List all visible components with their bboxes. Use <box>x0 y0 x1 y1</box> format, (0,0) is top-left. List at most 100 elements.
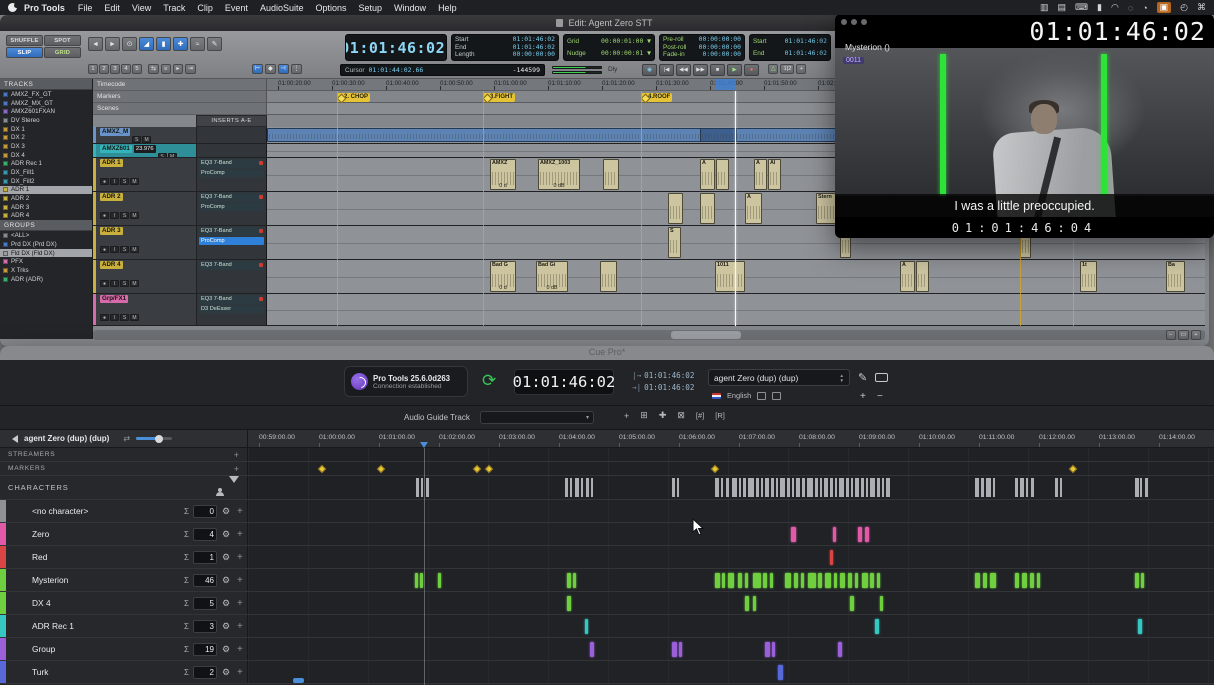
pencil-tool[interactable]: ✎ <box>207 37 222 51</box>
track-view-selector[interactable]: wave <box>100 186 194 191</box>
add-marker-button[interactable]: + <box>234 464 239 474</box>
cue-event[interactable] <box>745 596 749 611</box>
transport-rtz-button[interactable]: |◀ <box>659 64 674 76</box>
edit-horizontal-scrollbar[interactable] <box>93 330 1205 340</box>
mode-spot[interactable]: SPOT <box>44 35 81 46</box>
insert-eq3-7-band[interactable]: EQ3 7-Band <box>199 295 264 304</box>
insert-eq3-7-band[interactable]: EQ3 7-Band <box>199 227 264 236</box>
insert-eq3-7-band[interactable]: EQ3 7-Band <box>199 159 264 168</box>
cue-event[interactable] <box>772 642 775 657</box>
selection-counters[interactable]: Start01:01:46:02End01:01:46:02Length00:0… <box>451 34 559 61</box>
track-list-item-adr-4[interactable]: ADR 4 <box>0 212 92 221</box>
character-cell[interactable]: ADR Rec 1Σ3⚙+ <box>0 615 248 637</box>
solo-button[interactable]: S <box>132 136 141 143</box>
bracket-r-icon[interactable]: [R] <box>715 411 725 420</box>
timeline-selection[interactable] <box>715 79 735 90</box>
insert-procomp[interactable]: ProComp <box>199 169 264 178</box>
audio-clip-a[interactable]: A <box>900 261 915 292</box>
character-count[interactable]: 4 <box>193 528 217 541</box>
audio-clip-bad-gi[interactable]: Bad Gi0 dB <box>536 261 568 292</box>
mute-button[interactable]: M <box>130 314 139 321</box>
keyboard-icon[interactable]: ⌨ <box>1075 2 1088 13</box>
marker-2-chop[interactable]: 2. CHOP <box>337 93 370 102</box>
insertion-follows-icon[interactable]: ▸ <box>173 64 183 74</box>
cue-event[interactable] <box>1030 573 1034 588</box>
group-list-item-pfx[interactable]: PFX <box>0 257 92 266</box>
grabber-tool[interactable]: ✚ <box>173 37 188 51</box>
audio-clip-s[interactable]: S <box>668 227 681 258</box>
menu-file[interactable]: File <box>78 3 93 13</box>
audio-clip-1011[interactable]: 1011 <box>715 261 745 292</box>
solo-button[interactable]: S <box>120 246 129 253</box>
cue-event[interactable] <box>838 642 842 657</box>
mode-slip[interactable]: SLIP <box>6 47 43 58</box>
track-list-item-adr-1[interactable]: ADR 1 <box>0 186 92 195</box>
cue-event[interactable] <box>753 573 761 588</box>
character-lane-no-character[interactable] <box>248 500 1214 522</box>
solo-button[interactable]: S <box>120 178 129 185</box>
track-header-amxz-m[interactable]: AMXZ_MSM <box>93 127 196 143</box>
gear-icon[interactable]: ⚙ <box>222 667 230 678</box>
menu-window[interactable]: Window <box>394 3 426 13</box>
track-view-selector[interactable]: wave <box>100 322 194 325</box>
menu-edit[interactable]: Edit <box>104 3 120 13</box>
cue-event[interactable] <box>1141 573 1144 588</box>
insert-d3-deesser[interactable]: D3 DeEsser <box>199 305 264 314</box>
cue-event[interactable] <box>438 573 441 588</box>
character-lane-red[interactable] <box>248 546 1214 568</box>
cue-event[interactable] <box>415 573 418 588</box>
cue-event[interactable] <box>875 619 879 634</box>
cue-event[interactable] <box>833 527 836 542</box>
character-lane-zero[interactable] <box>248 523 1214 545</box>
cue-event[interactable] <box>745 573 748 588</box>
markers-lane[interactable] <box>248 462 1214 475</box>
cue-event[interactable] <box>1138 619 1142 634</box>
track-header-adr-1[interactable]: ADR 1●ISMwave <box>93 158 196 191</box>
gear-icon[interactable]: ⚙ <box>222 552 230 563</box>
character-cell[interactable]: DX 4Σ5⚙+ <box>0 592 248 614</box>
cue-event[interactable] <box>858 527 862 542</box>
mute-button[interactable]: M <box>130 246 139 253</box>
group-list-item-x-trks[interactable]: X Trks <box>0 266 92 275</box>
remove-button[interactable]: − <box>877 391 883 402</box>
track-list-item-dx-4[interactable]: DX 4 <box>0 151 92 160</box>
add-line-button[interactable]: + <box>237 644 243 655</box>
audio-clip-al[interactable]: Al <box>768 159 781 190</box>
mute-button[interactable]: M <box>142 136 151 143</box>
gear-icon[interactable]: ⚙ <box>222 621 230 632</box>
group-list-item-adr-adr[interactable]: ADR (ADR) <box>0 275 92 284</box>
track-list-item-dx-3[interactable]: DX 3 <box>0 142 92 151</box>
add-line-button[interactable]: + <box>237 575 243 586</box>
control-center-icon[interactable]: ◔ <box>1142 3 1147 13</box>
cue-event[interactable] <box>679 642 682 657</box>
metronome-toggle[interactable]: △ <box>768 64 778 74</box>
audio-clip[interactable] <box>603 159 619 190</box>
zoom-icon[interactable] <box>861 19 867 25</box>
insert-procomp[interactable]: ProComp <box>199 237 264 246</box>
apple-menu-icon[interactable] <box>8 3 17 12</box>
audio-clip-amxz-1003[interactable]: AMXZ_10030 dB <box>538 159 580 190</box>
character-cell[interactable]: ZeroΣ4⚙+ <box>0 523 248 545</box>
link-track-icon[interactable]: ≡ <box>161 64 171 74</box>
cue-scrollbar-thumb[interactable] <box>293 678 304 683</box>
character-lane-mysterion[interactable] <box>248 569 1214 591</box>
track-list-item-adr-3[interactable]: ADR 3 <box>0 203 92 212</box>
main-counter[interactable]: 01:01:46:02 ▼ <box>345 34 447 61</box>
cue-event[interactable] <box>778 665 783 680</box>
cue-event[interactable] <box>722 573 725 588</box>
character-lane-group[interactable] <box>248 638 1214 660</box>
add-line-button[interactable]: + <box>237 598 243 609</box>
wifi-icon[interactable]: ◠ <box>1111 2 1119 13</box>
menu-track[interactable]: Track <box>163 3 185 13</box>
cue-event[interactable] <box>1022 573 1027 588</box>
battery-icon[interactable]: ▮ <box>1097 2 1102 13</box>
streamers-lane[interactable] <box>248 448 1214 461</box>
cue-event[interactable] <box>850 596 854 611</box>
tracks-panel-header[interactable]: TRACKS <box>0 79 92 90</box>
menu-options[interactable]: Options <box>315 3 346 13</box>
audio-clip[interactable] <box>700 193 715 224</box>
track-list-item-amxz601fxan[interactable]: AMXZ601FXAN <box>0 107 92 116</box>
scrollbar-thumb[interactable] <box>671 331 741 339</box>
record-enable-button[interactable]: ● <box>100 280 109 287</box>
track-lane-adr-4[interactable]: Bad G0 dBad Gi0 dB1011A1tBa <box>267 260 1205 293</box>
